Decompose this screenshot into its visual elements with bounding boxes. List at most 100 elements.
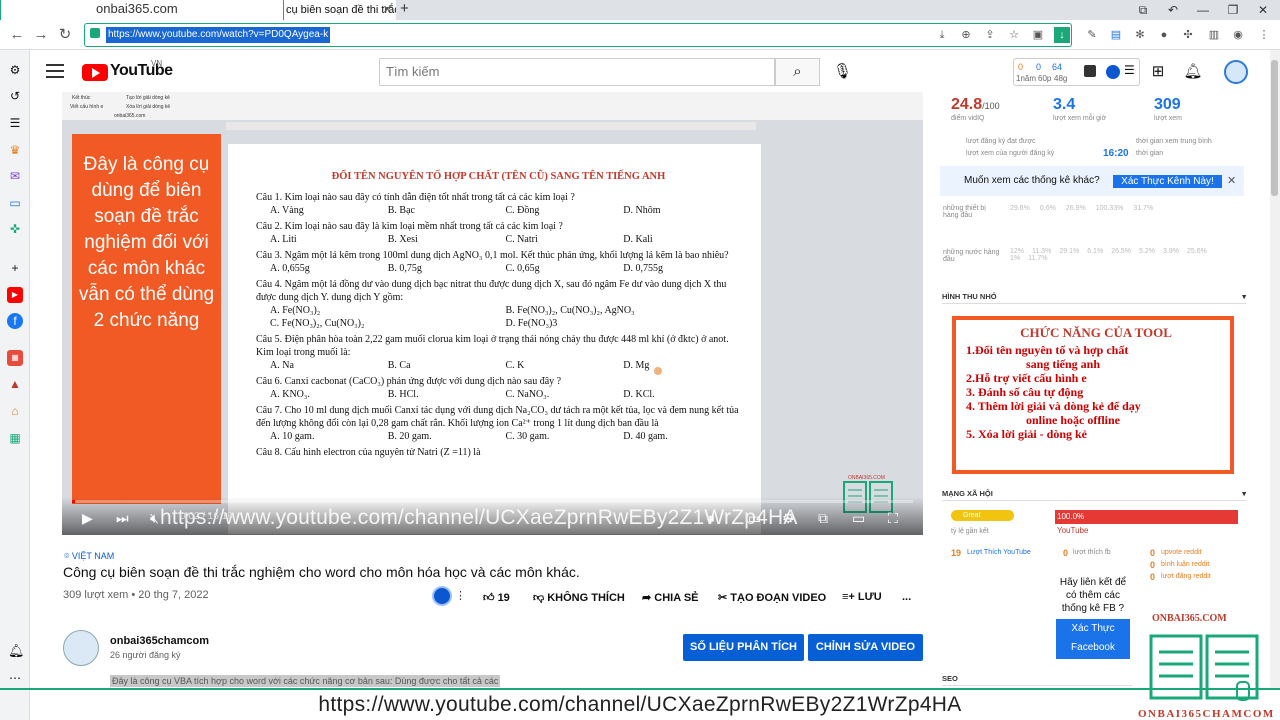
browser-tab[interactable]: cụ biên soạn đề thi trắc ✕ — [284, 0, 396, 20]
microphone-icon[interactable]: 🎙︎ — [833, 62, 852, 80]
color-ext-icon[interactable]: ● — [1156, 27, 1172, 43]
star-icon[interactable]: ☆ — [1006, 27, 1022, 43]
facebook-icon[interactable]: f — [7, 313, 23, 329]
views-hour-label: lượt xem mỗi giờ — [1053, 115, 1107, 122]
new-tab-icon[interactable]: + — [400, 0, 416, 20]
thumbnail-image[interactable]: CHỨC NĂNG CỦA TOOL 1.Đổi tên nguyên tố và… — [952, 316, 1234, 474]
settings-icon[interactable]: ⚙ — [7, 62, 23, 78]
list-menu-icon[interactable]: ☰ — [1124, 63, 1135, 77]
download-icon[interactable]: ↓ — [1054, 27, 1070, 43]
app-icon[interactable]: ▭ — [7, 195, 23, 211]
stat-v3: 64 — [1052, 62, 1063, 72]
theater-icon[interactable]: ▭ — [852, 509, 865, 527]
answer-option: D. Mg — [623, 360, 650, 371]
close-promo-icon[interactable]: ✕ — [1227, 174, 1236, 187]
hamburger-menu-icon[interactable] — [46, 64, 64, 78]
crown-icon[interactable]: ♛ — [7, 142, 23, 158]
channel-avatar[interactable] — [63, 630, 99, 666]
stat-percent: 3.9% — [1163, 248, 1179, 255]
verify-facebook-button[interactable]: Xác Thực Facebook — [1056, 619, 1130, 659]
profile-icon[interactable]: ◉ — [1230, 27, 1246, 43]
next-icon[interactable]: ⏭ — [116, 509, 129, 527]
channel-name[interactable]: onbai365chamcom — [110, 635, 209, 647]
sidebar-icon[interactable]: ▥ — [1206, 27, 1222, 43]
progress-bar[interactable] — [72, 500, 913, 503]
more-actions-button[interactable]: ... — [902, 591, 911, 603]
calendar-icon[interactable]: ▦ — [7, 350, 23, 366]
vidiq-menu-icon[interactable]: ⋮ — [455, 589, 466, 602]
youtube-logo-icon[interactable] — [82, 64, 108, 81]
puzzle-icon[interactable]: ✣ — [1180, 27, 1196, 43]
more-icon[interactable]: ⋯ — [7, 670, 23, 686]
answer-option: C. Natri — [505, 234, 538, 245]
yt-likes-label: Lượt Thích YouTube — [967, 549, 1031, 556]
location-tag[interactable]: ⌾ VIỆT NAM — [64, 551, 114, 562]
sheet-icon[interactable]: ▦ — [7, 430, 23, 446]
subtitles-icon[interactable]: ▭ — [748, 509, 761, 527]
volume-muted-icon[interactable]: 🔇︎ — [150, 509, 159, 527]
vidiq-play-icon[interactable] — [432, 586, 452, 606]
youtube-wordmark[interactable]: YouTube — [110, 62, 173, 80]
search-icon[interactable]: ⌕ — [775, 58, 820, 86]
answer-option: A. Vàng — [270, 205, 304, 216]
cast-icon[interactable]: ⧉ — [1128, 0, 1158, 20]
minimize-icon[interactable]: — — [1188, 0, 1218, 20]
edit-video-button[interactable]: CHỈNH SỬA VIDEO — [808, 634, 923, 661]
stats-widget[interactable]: 0 0 64 1năm 60p 48g ☰ — [1013, 58, 1140, 86]
stat-percent: 26.5% — [1111, 248, 1132, 255]
youtube-share-bar: 100.0% — [1055, 510, 1238, 524]
shop-icon[interactable]: ⌂ — [7, 403, 23, 419]
description[interactable]: Đây là công cụ VBA tích hợp cho word với… — [110, 675, 501, 687]
map-icon[interactable]: ▲ — [7, 376, 23, 392]
game-icon[interactable]: ✜ — [7, 221, 23, 237]
scrollbar-thumb[interactable] — [1271, 60, 1278, 196]
pen-icon[interactable]: ✎ — [1084, 27, 1100, 43]
answer-option: B. 20 gam. — [387, 431, 432, 442]
stat-percent: 5.2% — [1139, 248, 1156, 255]
analytics-button[interactable]: SỐ LIỆU PHÂN TÍCH — [683, 634, 804, 661]
menu-dots-icon[interactable]: ⋮ — [1256, 27, 1272, 43]
clip-button[interactable]: ✂ TẠO ĐOẠN VIDEO — [718, 591, 826, 604]
extension-icon[interactable]: ▣ — [1030, 27, 1046, 43]
close-tab-icon[interactable]: ✕ — [383, 0, 392, 20]
reload-icon[interactable]: ↻ — [54, 24, 76, 46]
autoplay-toggle-icon[interactable]: ⏸ — [708, 509, 715, 527]
forward-arrow-icon[interactable]: → — [30, 24, 52, 46]
duration-value: 16:20 — [1103, 148, 1129, 159]
answer-option: C. 0,65g — [505, 263, 540, 274]
messenger-icon[interactable]: ✉ — [7, 168, 23, 184]
bell-icon[interactable]: 🔔︎ — [1183, 62, 1203, 82]
save-button[interactable]: ≡+ LƯU — [842, 591, 882, 603]
avatar[interactable] — [1224, 60, 1248, 84]
search-input[interactable]: Tìm kiếm — [379, 58, 775, 86]
share-button[interactable]: ➦ CHIA SẺ — [642, 591, 699, 604]
video-player[interactable]: Kết thúc Viết cấu hình e Tạo lời giải dò… — [62, 92, 923, 535]
reddit-up-label: upvote reddit — [1161, 549, 1202, 556]
history-icon[interactable]: ↺ — [7, 88, 23, 104]
back-arrow-icon[interactable]: ← — [6, 24, 28, 46]
add-icon[interactable]: + — [7, 260, 23, 276]
url-text[interactable]: https://www.youtube.com/watch?v=PD0QAyge… — [106, 27, 331, 43]
maximize-icon[interactable]: ❐ — [1218, 0, 1248, 20]
close-window-icon[interactable]: ✕ — [1248, 0, 1278, 20]
play-icon[interactable]: ▶ — [82, 509, 93, 527]
share-icon[interactable]: ⇪ — [982, 27, 998, 43]
miniplayer-icon[interactable]: ⧉ — [818, 509, 828, 527]
doc-icon[interactable]: ▤ — [1108, 27, 1124, 43]
answer-option: A. Fe(NO₃)₂ — [270, 305, 321, 316]
fullscreen-icon[interactable]: ⛶ — [888, 509, 898, 527]
settings-gear-icon[interactable]: ⚙ — [782, 509, 795, 527]
verify-channel-button[interactable]: Xác Thực Kênh Này! — [1113, 175, 1222, 188]
zoom-icon[interactable]: ⊕ — [958, 27, 974, 43]
create-video-icon[interactable]: ⊞ — [1148, 62, 1168, 82]
subs-gained-label: lượt đăng ký đạt được — [966, 138, 1036, 145]
region-code: VN — [151, 59, 163, 68]
back-icon[interactable]: ↶ — [1158, 0, 1188, 20]
like-button[interactable]: 👍︎ 19 — [483, 591, 510, 604]
notification-icon[interactable]: 🔔︎ — [8, 643, 25, 659]
gear-ext-icon[interactable]: ✻ — [1132, 27, 1148, 43]
youtube-icon[interactable]: ▶ — [7, 287, 23, 303]
install-icon[interactable]: ⤓ — [934, 27, 950, 43]
dislike-button[interactable]: 👎︎ KHÔNG THÍCH — [533, 591, 625, 604]
list-icon[interactable]: ☰ — [7, 115, 23, 131]
